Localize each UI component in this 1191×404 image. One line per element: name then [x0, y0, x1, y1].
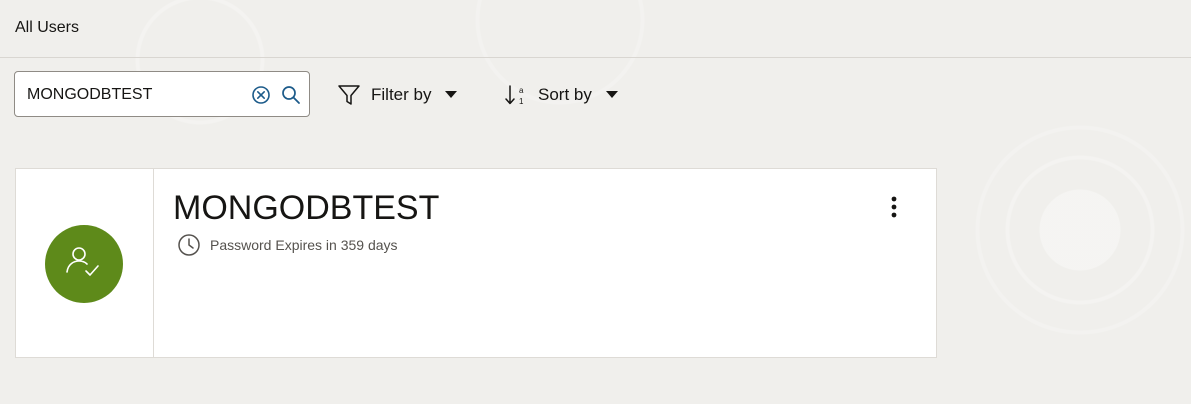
- sort-arrows-icon: a 1: [505, 85, 524, 106]
- user-card[interactable]: MONGODBTEST Password Expires in 359 days: [15, 168, 937, 358]
- avatar: [45, 225, 123, 303]
- card-avatar-panel: [16, 169, 154, 357]
- page-title: All Users: [15, 19, 80, 36]
- svg-text:a: a: [519, 86, 524, 95]
- header-divider: [0, 57, 1191, 58]
- search-icon[interactable]: [281, 85, 301, 105]
- chevron-down-icon: [445, 91, 458, 98]
- search-input[interactable]: [27, 83, 247, 107]
- user-check-icon: [66, 247, 99, 276]
- filter-by-label: Filter by: [371, 85, 432, 104]
- sort-by-label: Sort by: [538, 85, 592, 104]
- password-expiry-text: Password Expires in 359 days: [210, 237, 398, 253]
- kebab-menu-icon[interactable]: [884, 195, 904, 219]
- sort-by-button[interactable]: a 1 Sort by: [504, 80, 618, 110]
- user-name[interactable]: MONGODBTEST: [173, 189, 439, 228]
- filter-by-button[interactable]: Filter by: [337, 80, 458, 110]
- funnel-icon: [338, 85, 360, 105]
- password-expiry: Password Expires in 359 days: [178, 234, 398, 256]
- clear-search-icon[interactable]: [251, 85, 271, 105]
- search-box[interactable]: [14, 71, 310, 117]
- svg-text:1: 1: [519, 97, 524, 106]
- clock-icon: [178, 234, 200, 256]
- chevron-down-icon: [605, 91, 618, 98]
